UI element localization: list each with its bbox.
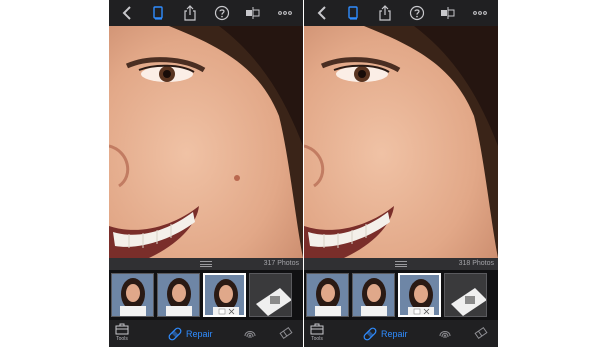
back-button[interactable] [117, 3, 137, 23]
repair-button[interactable]: Repair [167, 326, 213, 342]
thumbnail[interactable] [249, 273, 292, 317]
share-icon [379, 5, 391, 21]
more-icon [473, 11, 488, 15]
bandage-icon [363, 327, 377, 341]
thumbnail[interactable] [306, 273, 349, 317]
eraser-button[interactable] [474, 326, 488, 347]
help-button[interactable] [212, 3, 232, 23]
tools-button[interactable]: Tools [115, 323, 129, 345]
book-icon [348, 6, 359, 20]
repair-label: Repair [381, 329, 408, 339]
more-icon [278, 11, 293, 15]
top-toolbar [109, 0, 303, 26]
thumbnail-strip-header[interactable]: 317 Photos [109, 258, 303, 270]
library-button[interactable] [148, 3, 168, 23]
drag-handle[interactable] [395, 261, 407, 267]
before-panel: 317 Photos Tools Repair [109, 0, 303, 347]
tools-label: Tools [311, 336, 323, 342]
back-icon [122, 6, 131, 20]
thumbnail-strip[interactable] [304, 270, 498, 320]
photo-canvas[interactable] [304, 26, 498, 258]
thumbnail-selected[interactable] [398, 273, 441, 317]
tools-button[interactable]: Tools [310, 323, 324, 345]
share-icon [184, 5, 196, 21]
fingerprint-icon [244, 331, 256, 339]
more-button[interactable] [470, 3, 490, 23]
top-toolbar [304, 0, 498, 26]
compare-icon [246, 7, 260, 19]
back-button[interactable] [312, 3, 332, 23]
thumbnail[interactable] [352, 273, 395, 317]
fingerprint-icon [439, 331, 451, 339]
toolbox-icon [310, 323, 324, 335]
more-button[interactable] [275, 3, 295, 23]
compare-button[interactable] [243, 3, 263, 23]
bottom-toolbar: Tools Repair [109, 320, 303, 347]
eraser-button[interactable] [279, 326, 293, 347]
book-icon [153, 6, 164, 20]
tools-label: Tools [116, 336, 128, 342]
photo-count: 318 Photos [458, 260, 494, 267]
photo-count: 317 Photos [263, 260, 299, 267]
thumbnail-strip[interactable] [109, 270, 303, 320]
after-panel: 318 Photos Tools Repair [304, 0, 498, 347]
library-button[interactable] [343, 3, 363, 23]
thumbnail[interactable] [111, 273, 154, 317]
share-button[interactable] [375, 3, 395, 23]
help-button[interactable] [407, 3, 427, 23]
thumbnail-selected[interactable] [203, 273, 246, 317]
help-icon [214, 5, 229, 21]
share-button[interactable] [180, 3, 200, 23]
thumbnail-strip-header[interactable]: 318 Photos [304, 258, 498, 270]
compare-icon [441, 7, 455, 19]
thumbnail[interactable] [157, 273, 200, 317]
bandage-icon [168, 327, 182, 341]
back-icon [317, 6, 326, 20]
drag-handle[interactable] [200, 261, 212, 267]
fingerprint-button[interactable] [438, 326, 452, 347]
eraser-icon [279, 326, 293, 340]
compare-button[interactable] [438, 3, 458, 23]
thumbnail[interactable] [444, 273, 487, 317]
photo-canvas[interactable] [109, 26, 303, 258]
repair-label: Repair [186, 329, 213, 339]
toolbox-icon [115, 323, 129, 335]
fingerprint-button[interactable] [243, 326, 257, 347]
eraser-icon [474, 326, 488, 340]
help-icon [409, 5, 424, 21]
bottom-toolbar: Tools Repair [304, 320, 498, 347]
repair-button[interactable]: Repair [362, 326, 408, 342]
